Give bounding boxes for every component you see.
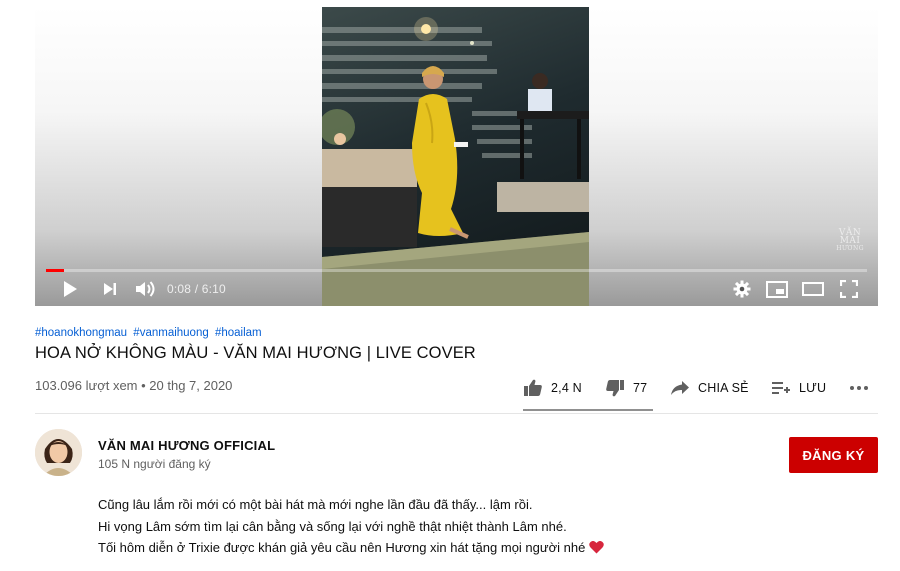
time-display: 0:08 / 6:10 <box>167 282 226 296</box>
save-button[interactable]: LƯU <box>771 376 826 400</box>
hashtag-list: #hoanokhongmau #vanmaihuong #hoailam <box>35 327 265 339</box>
more-actions-button[interactable] <box>849 376 869 400</box>
fullscreen-icon <box>840 280 858 298</box>
settings-icon <box>733 280 751 298</box>
miniplayer-icon <box>766 280 788 298</box>
settings-button[interactable] <box>731 278 753 300</box>
hashtag-link[interactable]: #vanmaihuong <box>133 327 208 339</box>
channel-avatar[interactable] <box>35 429 82 476</box>
video-player[interactable]: VĂN MAI HƯƠNG 0:08 / 6:10 <box>35 7 878 306</box>
dislike-count: 77 <box>633 381 648 395</box>
video-frame[interactable] <box>322 7 589 306</box>
subscribe-button[interactable]: ĐĂNG KÝ <box>789 437 878 473</box>
hashtag-link[interactable]: #hoailam <box>215 327 262 339</box>
more-horizontal-icon <box>850 386 868 390</box>
save-label: LƯU <box>799 381 827 395</box>
fullscreen-button[interactable] <box>838 278 860 300</box>
miniplayer-button[interactable] <box>765 278 789 300</box>
theater-mode-button[interactable] <box>801 278 825 300</box>
hashtag-link[interactable]: #hoanokhongmau <box>35 327 127 339</box>
description-line: Hi vọng Lâm sớm tìm lại cân bằng và sống… <box>98 518 567 534</box>
share-button[interactable]: CHIA SẺ <box>670 376 749 400</box>
thumbs-down-icon <box>606 380 624 397</box>
video-title: HOA NỞ KHÔNG MÀU - VĂN MAI HƯƠNG | LIVE … <box>35 344 476 362</box>
play-icon <box>64 281 77 297</box>
next-button[interactable] <box>99 278 121 300</box>
video-description: Cũng lâu lắm rồi mới có một bài hát mà m… <box>98 494 605 559</box>
sentiment-bar-likes <box>523 409 650 411</box>
divider <box>35 413 878 414</box>
channel-watermark: VĂN MAI HƯƠNG <box>836 228 864 253</box>
description-line: Cũng lâu lắm rồi mới có một bài hát mà m… <box>98 497 533 512</box>
share-icon <box>671 381 689 395</box>
description-line: Tối hôm diễn ở Trixie được khán giả yêu … <box>98 537 605 559</box>
like-count: 2,4 N <box>551 381 582 395</box>
avatar-image <box>35 429 82 476</box>
video-frame-image <box>322 17 589 306</box>
add-to-playlist-icon <box>772 382 790 394</box>
volume-button[interactable] <box>133 278 157 300</box>
thumbs-up-icon <box>524 379 542 396</box>
theater-icon <box>802 282 824 296</box>
play-button[interactable] <box>59 278 81 300</box>
channel-name[interactable]: VĂN MAI HƯƠNG OFFICIAL <box>98 438 275 453</box>
share-label: CHIA SẺ <box>698 381 749 395</box>
player-controls: 0:08 / 6:10 <box>35 272 878 306</box>
dislike-button[interactable]: 77 <box>605 376 647 400</box>
sentiment-bar <box>523 409 653 411</box>
view-count-date: 103.096 lượt xem • 20 thg 7, 2020 <box>35 378 233 393</box>
volume-icon <box>136 281 155 297</box>
heart-icon <box>589 541 605 554</box>
like-button[interactable]: 2,4 N <box>523 376 582 400</box>
subscriber-count: 105 N người đăng ký <box>98 457 211 471</box>
next-icon <box>104 283 116 295</box>
